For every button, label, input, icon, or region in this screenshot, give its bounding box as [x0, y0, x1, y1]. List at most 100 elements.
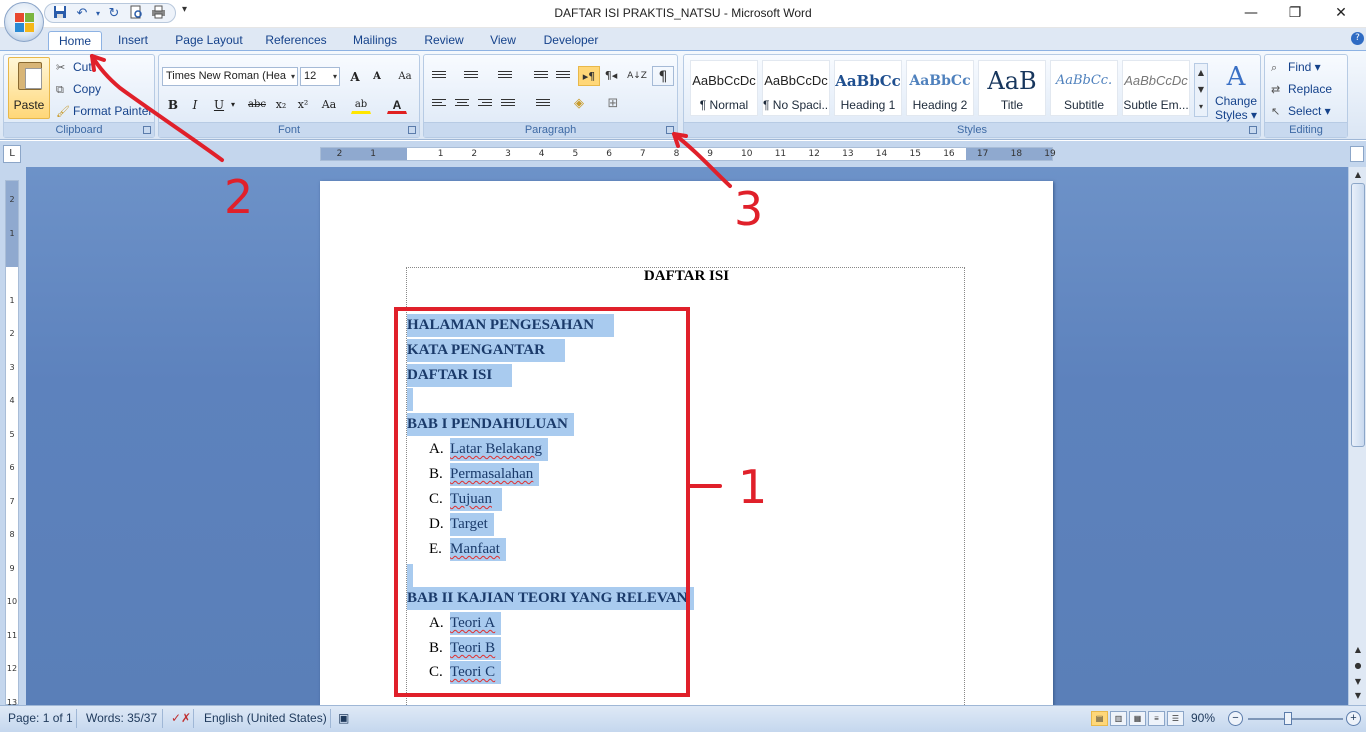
print-preview-icon[interactable]	[127, 5, 145, 22]
scroll-up-icon[interactable]: ▲	[1351, 168, 1365, 182]
paste-button[interactable]: Paste	[8, 57, 50, 119]
style-heading-1[interactable]: AaBbCc Heading 1	[834, 60, 902, 116]
decrease-indent-button[interactable]	[530, 66, 552, 86]
save-icon[interactable]	[51, 5, 69, 22]
tab-references[interactable]: References	[260, 31, 332, 50]
tab-insert[interactable]: Insert	[108, 31, 158, 50]
tab-selector[interactable]: L	[3, 145, 21, 163]
toc-tujuan[interactable]: Tujuan	[450, 488, 502, 511]
style-subtle-emphasis[interactable]: AaBbCcDc Subtle Em...	[1122, 60, 1190, 116]
tab-developer[interactable]: Developer	[536, 31, 606, 50]
shrink-font-button[interactable]: A	[367, 66, 387, 86]
toc-kata-pengantar[interactable]: KATA PENGANTAR	[407, 339, 565, 362]
highlight-button[interactable]: ab	[351, 94, 371, 114]
shading-button[interactable]: ◈	[568, 94, 590, 114]
tab-view[interactable]: View	[482, 31, 524, 50]
multilevel-list-button[interactable]	[494, 66, 516, 86]
copy-button[interactable]: ⧉ Copy	[56, 80, 101, 98]
font-color-button[interactable]: A	[387, 94, 407, 114]
justify-button[interactable]	[497, 94, 519, 114]
print-layout-view-icon[interactable]: ▤	[1091, 711, 1108, 726]
style-no-spacing[interactable]: AaBbCcDc ¶ No Spaci...	[762, 60, 830, 116]
outline-view-icon[interactable]: ≡	[1148, 711, 1165, 726]
proofing-icon[interactable]: ✓✗	[171, 711, 191, 725]
align-right-button[interactable]	[474, 94, 496, 114]
show-formatting-marks-button[interactable]: ¶	[652, 66, 674, 86]
style-title[interactable]: AaB Title	[978, 60, 1046, 116]
styles-gallery-scroll[interactable]: ▲ ▼ ▾	[1194, 63, 1208, 117]
word-count[interactable]: Words: 35/37	[86, 711, 157, 725]
styles-launcher-icon[interactable]	[1249, 126, 1257, 134]
toc-permasalahan[interactable]: Permasalahan	[450, 463, 540, 486]
toc-manfaat[interactable]: Manfaat	[450, 538, 506, 561]
change-styles-button[interactable]: A Change Styles ▾	[1212, 60, 1260, 122]
tab-mailings[interactable]: Mailings	[344, 31, 406, 50]
tab-home[interactable]: Home	[48, 31, 102, 50]
full-screen-reading-view-icon[interactable]: ▥	[1110, 711, 1127, 726]
vertical-scrollbar[interactable]: ▲ ▲ ● ▼ ▼	[1348, 167, 1366, 705]
print-icon[interactable]	[149, 5, 167, 22]
cut-button[interactable]: ✂ Cut	[56, 58, 92, 76]
rtl-button[interactable]: ¶◂	[600, 66, 622, 86]
page-count[interactable]: Page: 1 of 1	[8, 711, 73, 725]
zoom-slider-track[interactable]	[1248, 718, 1343, 720]
draft-view-icon[interactable]: ☰	[1167, 711, 1184, 726]
horizontal-ruler[interactable]: 2 1 1 2 3 4 5 6 7 8 9 10 11 12 13 14 15 16 17 18 19	[320, 147, 1056, 161]
format-painter-button[interactable]: 🖌 Format Painter	[56, 102, 152, 120]
scroll-thumb[interactable]	[1351, 183, 1365, 447]
tab-review[interactable]: Review	[418, 31, 470, 50]
line-spacing-button[interactable]	[532, 94, 554, 114]
redo-icon[interactable]: ↻	[105, 5, 123, 22]
toc-bab-1[interactable]: BAB I PENDAHULUAN	[407, 413, 574, 436]
style-subtitle[interactable]: AaBbCc. Subtitle	[1050, 60, 1118, 116]
font-size-combo[interactable]: 12 ▾	[300, 67, 340, 86]
toc-target[interactable]: Target	[450, 513, 494, 536]
macro-record-icon[interactable]: ▣	[338, 711, 349, 725]
style-heading-2[interactable]: AaBbCc Heading 2	[906, 60, 974, 116]
ltr-button[interactable]: ▸¶	[578, 66, 600, 86]
select-browse-object-icon[interactable]: ●	[1351, 659, 1365, 673]
strikethrough-button[interactable]: abc	[245, 94, 269, 114]
superscript-button[interactable]: x²	[293, 94, 313, 114]
align-left-button[interactable]	[428, 94, 450, 114]
font-name-combo[interactable]: Times New Roman (Hea ▾	[162, 67, 298, 86]
zoom-in-button[interactable]: +	[1346, 711, 1361, 726]
scroll-up-page-icon[interactable]: ▲	[1351, 643, 1365, 657]
replace-button[interactable]: ⇄ Replace	[1271, 80, 1332, 98]
increase-indent-button[interactable]	[552, 66, 574, 86]
minimize-button[interactable]: —	[1236, 3, 1266, 23]
toc-bab-2[interactable]: BAB II KAJIAN TEORI YANG RELEVAN	[407, 587, 694, 610]
italic-button[interactable]: I	[185, 94, 205, 114]
office-button[interactable]	[4, 2, 44, 42]
bold-button[interactable]: B	[163, 94, 183, 114]
zoom-slider-knob[interactable]	[1284, 712, 1292, 725]
clear-formatting-button[interactable]: Aa	[395, 66, 415, 86]
scroll-down-icon[interactable]: ▼	[1351, 689, 1365, 703]
toc-halaman-pengesahan[interactable]: HALAMAN PENGESAHAN	[407, 314, 615, 337]
change-case-button[interactable]: Aa	[319, 94, 339, 114]
tab-page-layout[interactable]: Page Layout	[170, 31, 248, 50]
restore-button[interactable]: ❐	[1280, 3, 1310, 23]
close-button[interactable]: ✕	[1326, 3, 1356, 23]
zoom-out-button[interactable]: −	[1228, 711, 1243, 726]
sort-button[interactable]: A↓Z	[626, 66, 648, 86]
underline-dropdown-icon[interactable]: ▾	[223, 94, 243, 114]
scroll-down-page-icon[interactable]: ▼	[1351, 675, 1365, 689]
grow-font-button[interactable]: A	[345, 66, 365, 86]
vertical-ruler[interactable]: 211234567891011121314	[5, 180, 19, 732]
align-center-button[interactable]	[451, 94, 473, 114]
language-indicator[interactable]: English (United States)	[204, 711, 327, 725]
help-icon[interactable]: ?	[1351, 32, 1364, 45]
document-page[interactable]: DAFTAR ISI HALAMAN PENGESAHAN KATA PENGA…	[320, 181, 1053, 705]
toc-daftar-isi[interactable]: DAFTAR ISI	[407, 364, 513, 387]
font-launcher-icon[interactable]	[408, 126, 416, 134]
paragraph-launcher-icon[interactable]	[666, 126, 674, 134]
style-normal[interactable]: AaBbCcDc ¶ Normal	[690, 60, 758, 116]
customize-qat-icon[interactable]: ▾	[182, 4, 187, 15]
borders-button[interactable]: ⊞	[602, 94, 624, 114]
clipboard-launcher-icon[interactable]	[143, 126, 151, 134]
toc-latar-belakang[interactable]: Latar Belakang	[450, 438, 549, 461]
toc-teori-a[interactable]: Teori A	[450, 612, 502, 635]
toc-teori-c[interactable]: Teori C	[450, 661, 502, 684]
web-layout-view-icon[interactable]: ▦	[1129, 711, 1146, 726]
